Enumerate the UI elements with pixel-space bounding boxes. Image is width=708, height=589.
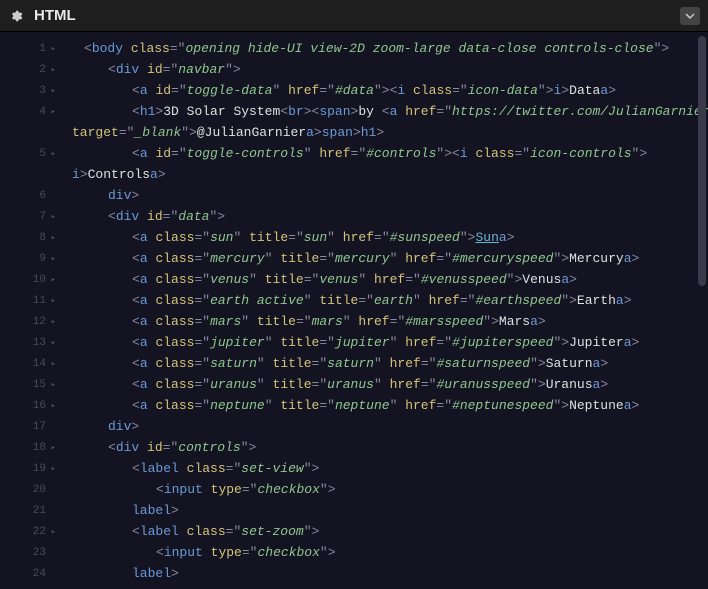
line-number: 6 — [0, 185, 56, 206]
fold-arrow-icon[interactable]: ▸ — [51, 149, 56, 159]
line-number: 14▸ — [0, 353, 56, 374]
line-number: 4▸ — [0, 101, 56, 122]
line-number: 23 — [0, 542, 56, 563]
fold-arrow-icon[interactable]: ▸ — [51, 212, 56, 222]
line-number — [0, 122, 56, 143]
gear-icon[interactable] — [8, 8, 24, 24]
line-number: 17 — [0, 416, 56, 437]
code-line[interactable]: <a id="toggle-data" href="#data"><i clas… — [56, 80, 708, 101]
line-number: 22▸ — [0, 521, 56, 542]
planet-link-line[interactable]: <a class="uranus" title="uranus" href="#… — [56, 374, 708, 395]
line-number: 18▸ — [0, 437, 56, 458]
planet-link-line[interactable]: <a class="venus" title="venus" href="#ve… — [56, 269, 708, 290]
planet-link-line[interactable]: <a class="earth active" title="earth" hr… — [56, 290, 708, 311]
fold-arrow-icon[interactable]: ▸ — [51, 527, 56, 537]
code-line[interactable]: <div id="data"> — [56, 206, 708, 227]
planet-link-line[interactable]: <a class="saturn" title="saturn" href="#… — [56, 353, 708, 374]
fold-arrow-icon[interactable]: ▸ — [51, 401, 56, 411]
code-area[interactable]: <body class="opening hide-UI view-2D zoo… — [56, 32, 708, 589]
code-line[interactable]: i>Controlsa> — [56, 164, 708, 185]
fold-arrow-icon[interactable]: ▸ — [51, 86, 56, 96]
line-gutter: 1▸2▸3▸4▸ 5▸ 67▸8▸9▸10▸11▸12▸13▸14▸15▸16▸17… — [0, 32, 56, 589]
code-line[interactable]: <a id="toggle-controls" href="#controls"… — [56, 143, 708, 164]
fold-arrow-icon[interactable]: ▸ — [51, 359, 56, 369]
code-line[interactable]: <input type="checkbox"> — [56, 542, 708, 563]
code-line[interactable]: label> — [56, 500, 708, 521]
line-number: 11▸ — [0, 290, 56, 311]
line-number: 20 — [0, 479, 56, 500]
line-number: 3▸ — [0, 80, 56, 101]
code-line[interactable]: <div id="navbar"> — [56, 59, 708, 80]
planet-link-line[interactable]: <a class="jupiter" title="jupiter" href=… — [56, 332, 708, 353]
code-line[interactable]: <body class="opening hide-UI view-2D zoo… — [56, 38, 708, 59]
code-line[interactable]: <div id="controls"> — [56, 437, 708, 458]
planet-link-line[interactable]: <a class="neptune" title="neptune" href=… — [56, 395, 708, 416]
planet-link-line[interactable]: <a class="mars" title="mars" href="#mars… — [56, 311, 708, 332]
chevron-down-icon — [685, 11, 695, 21]
fold-arrow-icon[interactable]: ▸ — [51, 275, 56, 285]
fold-arrow-icon[interactable]: ▸ — [51, 107, 56, 117]
line-number: 12▸ — [0, 311, 56, 332]
fold-arrow-icon[interactable]: ▸ — [51, 296, 56, 306]
code-line[interactable]: label> — [56, 563, 708, 584]
fold-arrow-icon[interactable]: ▸ — [51, 254, 56, 264]
fold-arrow-icon[interactable]: ▸ — [51, 443, 56, 453]
code-line[interactable]: target="_blank">@JulianGarniera>span>h1> — [56, 122, 708, 143]
code-line[interactable]: div> — [56, 185, 708, 206]
fold-arrow-icon[interactable]: ▸ — [51, 380, 56, 390]
line-number: 13▸ — [0, 332, 56, 353]
planet-link-line[interactable]: <a class="mercury" title="mercury" href=… — [56, 248, 708, 269]
line-number: 8▸ — [0, 227, 56, 248]
line-number: 24 — [0, 563, 56, 584]
code-editor[interactable]: 1▸2▸3▸4▸ 5▸ 67▸8▸9▸10▸11▸12▸13▸14▸15▸16▸17… — [0, 32, 708, 589]
fold-arrow-icon[interactable]: ▸ — [51, 317, 56, 327]
panel-title: HTML — [34, 7, 76, 24]
line-number: 7▸ — [0, 206, 56, 227]
code-line[interactable]: <h1>3D Solar System<br><span>by <a href=… — [56, 101, 708, 122]
code-line[interactable]: <label class="set-view"> — [56, 458, 708, 479]
line-number: 5▸ — [0, 143, 56, 164]
line-number: 16▸ — [0, 395, 56, 416]
line-number: 1▸ — [0, 38, 56, 59]
editor-header: HTML — [0, 0, 708, 32]
fold-arrow-icon[interactable]: ▸ — [51, 65, 56, 75]
line-number: 15▸ — [0, 374, 56, 395]
line-number: 21 — [0, 500, 56, 521]
fold-arrow-icon[interactable]: ▸ — [51, 464, 56, 474]
fold-arrow-icon[interactable]: ▸ — [51, 338, 56, 348]
code-line[interactable]: div> — [56, 416, 708, 437]
line-number: 2▸ — [0, 59, 56, 80]
line-number — [0, 164, 56, 185]
line-number: 10▸ — [0, 269, 56, 290]
line-number: 9▸ — [0, 248, 56, 269]
planet-link-line[interactable]: <a class="sun" title="sun" href="#sunspe… — [56, 227, 708, 248]
line-number: 19▸ — [0, 458, 56, 479]
vertical-scrollbar[interactable] — [698, 36, 706, 286]
collapse-button[interactable] — [680, 7, 700, 25]
fold-arrow-icon[interactable]: ▸ — [51, 44, 56, 54]
fold-arrow-icon[interactable]: ▸ — [51, 233, 56, 243]
code-line[interactable]: <label class="set-zoom"> — [56, 521, 708, 542]
code-line[interactable]: <input type="checkbox"> — [56, 479, 708, 500]
